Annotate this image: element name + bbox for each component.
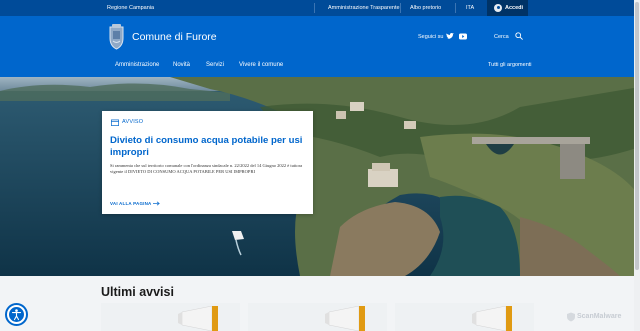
nav-item-vivere-il-comune[interactable]: Vivere il comune xyxy=(239,62,283,68)
scrollbar-thumb[interactable] xyxy=(635,2,639,270)
transparency-link[interactable]: Amministrazione Trasparente xyxy=(328,5,400,11)
all-topics-link[interactable]: Tutti gli argomenti xyxy=(488,62,532,68)
notice-card[interactable] xyxy=(395,303,534,331)
arrow-right-icon[interactable] xyxy=(153,201,160,206)
scanmalware-logo-icon xyxy=(567,312,575,322)
card-description: Si rammenta che sul territorio comunale … xyxy=(110,163,303,174)
card-category: AVVISO xyxy=(122,119,144,125)
divider xyxy=(455,3,456,13)
megaphone-icon xyxy=(472,306,512,331)
albo-pretorio-link[interactable]: Albo pretorio xyxy=(410,5,441,11)
region-link[interactable]: Regione Campania xyxy=(107,5,154,11)
social-label: Seguici su xyxy=(418,34,444,40)
twitter-icon[interactable] xyxy=(446,33,454,40)
search-label[interactable]: Cerca xyxy=(494,34,509,40)
card-title[interactable]: Divieto di consumo acqua potabile per us… xyxy=(110,135,310,159)
megaphone-icon xyxy=(178,306,218,331)
megaphone-icon xyxy=(325,306,365,331)
top-utility-bar: Regione Campania Amministrazione Traspar… xyxy=(0,0,640,16)
search-icon[interactable] xyxy=(515,32,523,40)
municipal-crest-icon[interactable] xyxy=(107,24,126,50)
language-selector[interactable]: ITA xyxy=(466,5,474,11)
read-more-link[interactable]: VAI ALLA PAGINA xyxy=(110,201,152,206)
news-card: AVVISO Divieto di consumo acqua potabile… xyxy=(102,111,313,214)
login-button[interactable]: Accedi xyxy=(487,0,528,16)
user-icon xyxy=(494,4,502,12)
youtube-icon[interactable] xyxy=(459,33,467,40)
site-header: Comune di Furore Seguici su Cerca Ammini… xyxy=(0,16,640,77)
divider xyxy=(400,3,401,13)
watermark-text: ScanMalware xyxy=(577,313,622,320)
hero-image xyxy=(0,77,640,276)
nav-item-novita[interactable]: Novità xyxy=(173,62,190,68)
coastline-photo xyxy=(0,77,640,276)
site-title[interactable]: Comune di Furore xyxy=(132,31,217,43)
login-label: Accedi xyxy=(505,5,524,11)
divider xyxy=(314,3,315,13)
nav-item-servizi[interactable]: Servizi xyxy=(206,62,224,68)
accessibility-button[interactable] xyxy=(5,303,28,326)
calendar-icon xyxy=(111,119,119,126)
notice-card[interactable] xyxy=(248,303,387,331)
notice-card[interactable] xyxy=(101,303,240,331)
accessibility-icon xyxy=(9,307,24,322)
section-title: Ultimi avvisi xyxy=(101,285,174,299)
nav-item-amministrazione[interactable]: Amministrazione xyxy=(115,62,159,68)
